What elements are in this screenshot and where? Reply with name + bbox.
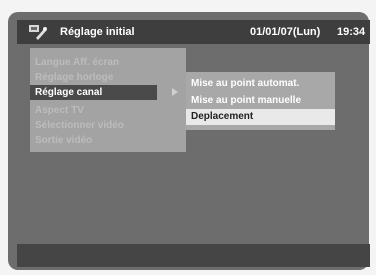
- menu-item-canal[interactable]: Réglage canal: [30, 85, 157, 100]
- menu-item-sortie[interactable]: Sortie vidéo: [30, 133, 157, 148]
- triangle-right-icon: [172, 88, 178, 96]
- header-bar: Réglage initial 01/01/07(Lun) 19:34: [17, 20, 370, 44]
- submenu-item-auto[interactable]: Mise au point automat.: [186, 76, 335, 92]
- menu-item-horloge[interactable]: Réglage horloge: [30, 70, 157, 85]
- bottom-info-bar: [17, 244, 370, 267]
- menu-item-video[interactable]: Sélectionner vidéo: [30, 118, 157, 133]
- header-date: 01/01/07(Lun): [250, 26, 321, 38]
- main-menu-panel: Langue Aff. écran Réglage horloge Réglag…: [30, 48, 186, 152]
- setup-wrench-icon: [28, 24, 48, 40]
- header-time: 19:34: [337, 26, 366, 38]
- header-title: Réglage initial: [60, 26, 135, 38]
- submenu-panel: Mise au point automat. Mise au point man…: [186, 72, 335, 130]
- menu-item-aspect[interactable]: Aspect TV: [30, 103, 157, 118]
- menu-item-langue[interactable]: Langue Aff. écran: [30, 55, 157, 70]
- submenu-item-deplacement[interactable]: Deplacement: [186, 109, 335, 125]
- submenu-item-manuelle[interactable]: Mise au point manuelle: [186, 93, 335, 109]
